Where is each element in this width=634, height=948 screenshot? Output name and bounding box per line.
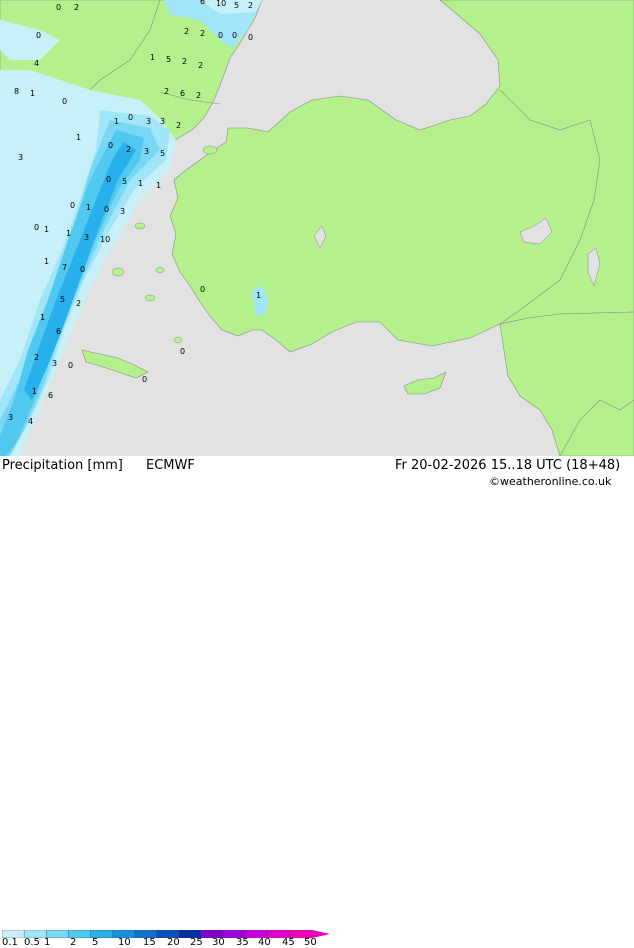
colorbar-tick-label: 0.5 (24, 937, 40, 948)
precipitation-map: 0 26 10 5 22 2 0 0 0048 101 5 2 22 6 201 3 3 210 2 3 530 5 1 10… (0, 0, 634, 456)
precip-value-label: 1 (76, 133, 81, 142)
precip-value-label: 2 (248, 1, 253, 10)
map-title: Precipitation [mm] (2, 458, 123, 473)
precip-value-label: 3 (120, 207, 125, 216)
colorbar-tick-label: 0.1 (2, 937, 18, 948)
precip-value-label: 1 (66, 229, 71, 238)
precip-value-label: 2 (164, 87, 169, 96)
precip-value-label: 6 (56, 327, 61, 336)
precip-value-label: 1 (44, 225, 49, 234)
colorbar-tick-label: 5 (92, 937, 99, 948)
precip-value-label: 3 (160, 117, 165, 126)
precip-value-label: 5 (122, 177, 127, 186)
precip-value-label: 2 (184, 27, 189, 36)
precip-value-label: 10 (216, 0, 226, 8)
colorbar-tick-label: 50 (304, 937, 317, 948)
precip-value-label: 0 (218, 31, 223, 40)
precip-value-label: 0 (70, 201, 75, 210)
colorbar-tick-label: 25 (190, 937, 203, 948)
precip-value-label: 5 (166, 55, 171, 64)
model-name: ECMWF (146, 458, 195, 473)
precip-value-label: 6 (180, 89, 185, 98)
precip-value-label: 0 (56, 3, 61, 12)
precip-value-label: 0 (80, 265, 85, 274)
footer-bar: Precipitation [mm] ECMWF Fr 20-02-2026 1… (0, 456, 634, 948)
precip-value-label: 2 (198, 61, 203, 70)
precip-value-label: 3 (144, 147, 149, 156)
precip-value-label: 1 (156, 181, 161, 190)
precip-value-label: 5 (60, 295, 65, 304)
colorbar-tick-label: 40 (258, 937, 271, 948)
precip-value-label: 2 (200, 29, 205, 38)
precip-value-label: 0 (200, 285, 205, 294)
colorbar-tick-label: 35 (236, 937, 249, 948)
precip-value-label: 1 (44, 257, 49, 266)
precip-value-label: 2 (196, 91, 201, 100)
precip-value-label: 1 (86, 203, 91, 212)
precip-value-label: 0 (62, 97, 67, 106)
colorbar-tick-label: 10 (118, 937, 131, 948)
colorbar-tick-label: 45 (282, 937, 295, 948)
precip-value-label: 2 (182, 57, 187, 66)
precip-value-label: 3 (146, 117, 151, 126)
precip-value-label: 2 (74, 3, 79, 12)
colorbar-tick-label: 30 (212, 937, 225, 948)
precip-value-label: 0 (142, 375, 147, 384)
precip-value-label: 2 (126, 145, 131, 154)
precip-value-label: 8 (14, 87, 19, 96)
forecast-datetime: Fr 20-02-2026 15..18 UTC (18+48) (395, 458, 621, 473)
precip-value-label: 7 (62, 263, 67, 272)
precip-value-label: 1 (40, 313, 45, 322)
precip-value-label: 0 (104, 205, 109, 214)
precip-value-label: 0 (232, 31, 237, 40)
precip-value-label: 3 (8, 413, 13, 422)
precip-value-label: 4 (34, 59, 39, 68)
precip-value-label: 1 (32, 387, 37, 396)
precip-value-label: 6 (48, 391, 53, 400)
precip-value-label: 0 (128, 113, 133, 122)
precip-value-label: 0 (68, 361, 73, 370)
precip-value-label: 2 (176, 121, 181, 130)
precip-value-label: 3 (52, 359, 57, 368)
precip-value-label: 0 (180, 347, 185, 356)
colorbar-tick-label: 15 (143, 937, 156, 948)
precip-value-label: 3 (84, 233, 89, 242)
precip-value-label: 1 (256, 291, 261, 300)
precip-value-label: 2 (76, 299, 81, 308)
precip-value-label: 10 (100, 235, 110, 244)
precip-value-label: 5 (234, 1, 239, 10)
precip-value-label: 5 (160, 149, 165, 158)
colorbar-tick-label: 1 (44, 937, 51, 948)
precip-value-label: 0 (36, 31, 41, 40)
precip-value-label: 3 (18, 153, 23, 162)
precip-value-label: 4 (28, 417, 33, 426)
precip-value-label: 1 (150, 53, 155, 62)
colorbar-tick-label: 20 (167, 937, 180, 948)
colorbar-tick-label: 2 (70, 937, 77, 948)
precip-value-label: 0 (248, 33, 253, 42)
precip-value-label: 6 (200, 0, 205, 6)
precip-value-label: 1 (30, 89, 35, 98)
credit-link[interactable]: ©weatheronline.co.uk (489, 475, 611, 488)
precip-value-label: 0 (108, 141, 113, 150)
precip-value-label: 1 (138, 179, 143, 188)
precip-value-label: 0 (34, 223, 39, 232)
precip-value-label: 1 (114, 117, 119, 126)
precip-value-label: 2 (34, 353, 39, 362)
precip-value-label: 0 (106, 175, 111, 184)
